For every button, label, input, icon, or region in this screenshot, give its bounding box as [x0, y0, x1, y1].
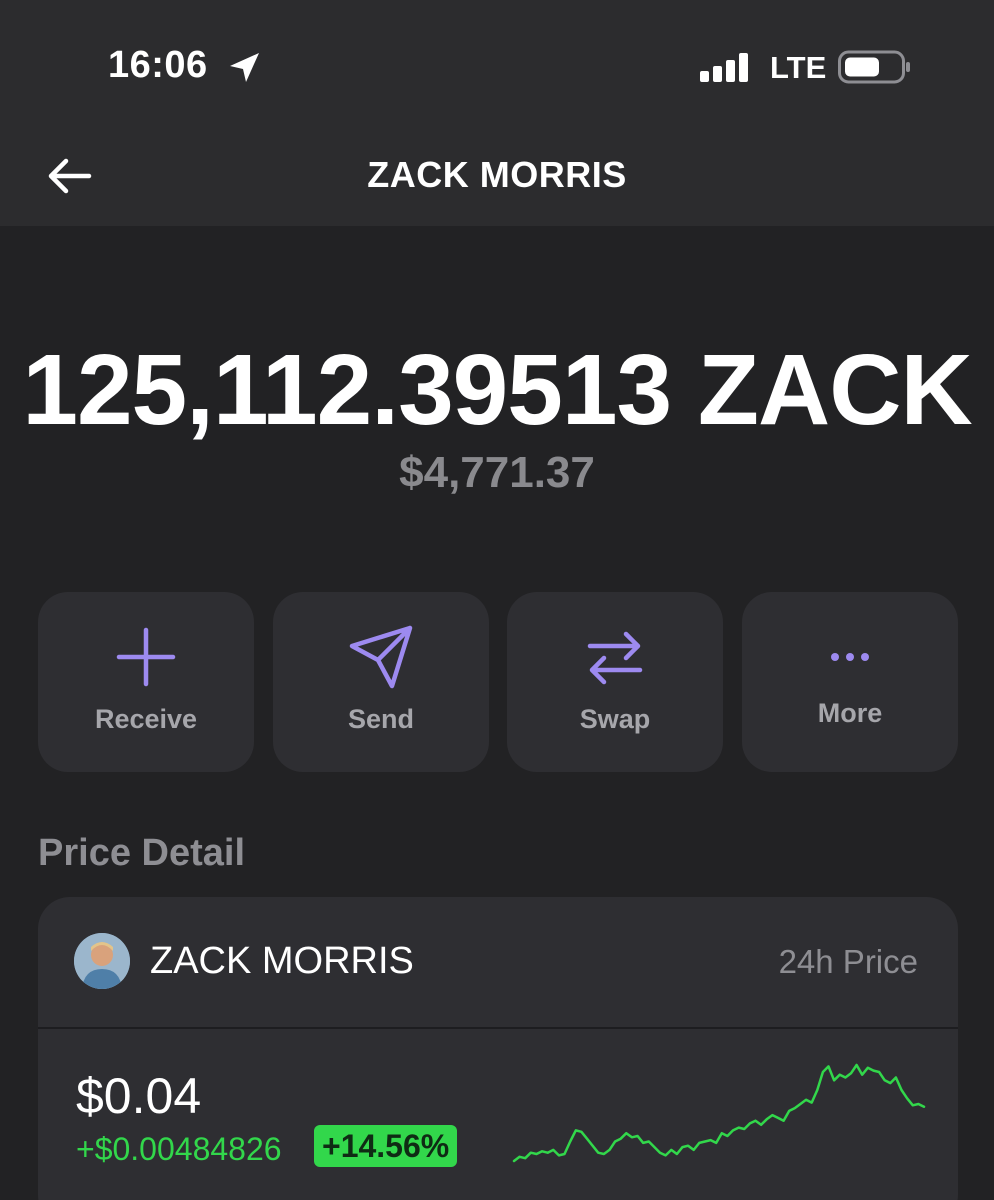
price-change-badge: +14.56% — [314, 1125, 458, 1167]
signal-bars-icon — [700, 53, 748, 82]
more-button[interactable]: More — [742, 592, 958, 772]
more-label: More — [817, 698, 883, 728]
fiat-balance: $4,771.37 — [399, 448, 595, 497]
page-title: ZACK MORRIS — [367, 154, 627, 195]
token-price: $0.04 — [76, 1068, 202, 1124]
paper-plane-icon — [349, 625, 413, 689]
action-row: Receive Send Swap More — [38, 592, 958, 772]
wallet-token-screen: 16:06 LTE ZACK MORRIS 125,112.39513 ZACK… — [0, 0, 994, 1200]
network-type: LTE — [770, 50, 827, 85]
send-button[interactable]: Send — [273, 592, 489, 772]
swap-label: Swap — [579, 704, 651, 734]
section-title: Price Detail — [38, 832, 245, 874]
sparkline-line — [512, 1063, 926, 1163]
avatar — [74, 933, 130, 989]
swap-button[interactable]: Swap — [507, 592, 723, 772]
battery-icon — [838, 50, 910, 84]
more-dots-icon — [831, 653, 869, 661]
period-label: 24h Price — [778, 943, 918, 980]
top-bar: 16:06 LTE ZACK MORRIS — [0, 0, 994, 226]
price-card[interactable]: ZACK MORRIS 24h Price $0.04 +$0.00484826… — [38, 897, 958, 1200]
status-time: 16:06 — [108, 44, 208, 86]
price-change-amount: +$0.00484826 — [76, 1131, 282, 1167]
swap-arrows-icon — [587, 631, 643, 685]
token-balance: 125,112.39513 ZACK — [22, 334, 972, 446]
receive-button[interactable]: Receive — [38, 592, 254, 772]
plus-icon — [116, 627, 176, 687]
location-arrow-icon — [230, 53, 259, 82]
card-divider — [38, 1027, 958, 1029]
price-sparkline — [512, 1063, 926, 1163]
receive-label: Receive — [94, 704, 198, 734]
send-label: Send — [347, 704, 414, 734]
token-name: ZACK MORRIS — [150, 940, 414, 982]
